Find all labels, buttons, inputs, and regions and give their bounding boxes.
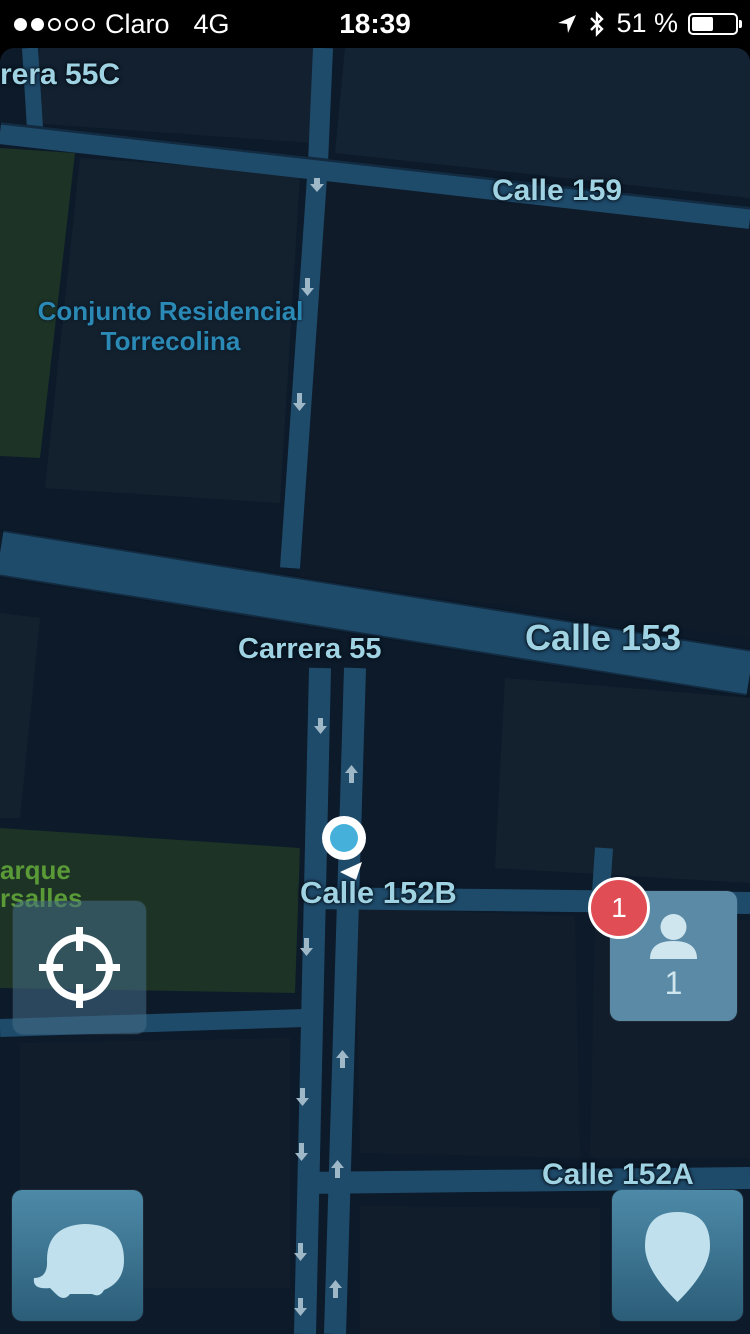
battery-fill	[692, 16, 714, 31]
place-label-line2: Torrecolina	[100, 326, 241, 356]
location-arrow-icon	[558, 14, 577, 33]
report-button[interactable]	[612, 1190, 743, 1321]
recenter-button[interactable]	[13, 901, 146, 1034]
place-label-conjunto: Conjunto Residencial Torrecolina	[18, 296, 323, 356]
street-label-carrera-55c: rera 55C	[0, 58, 121, 91]
street-label-calle-159: Calle 159	[492, 174, 623, 207]
status-bar-right: 51 %	[556, 8, 742, 39]
menu-button[interactable]	[12, 1190, 143, 1321]
map-pin-icon	[645, 1212, 710, 1302]
battery-icon	[688, 12, 742, 35]
map-view[interactable]: rera 55C Calle 159 Conjunto Residencial …	[0, 48, 750, 1334]
park-label-line1: arque	[0, 855, 71, 885]
battery-percentage: 51 %	[616, 8, 678, 38]
street-label-calle-152b: Calle 152B	[300, 875, 457, 910]
waze-icon	[33, 1224, 124, 1298]
current-location-marker	[322, 816, 366, 860]
nearby-users-count: 1	[664, 965, 683, 1001]
street-label-calle-153: Calle 153	[525, 617, 682, 658]
status-bar: Claro 4G 18:39 51 %	[0, 0, 750, 48]
bluetooth-icon	[590, 10, 605, 37]
street-label-carrera-55: Carrera 55	[238, 633, 382, 665]
notification-badge[interactable]: 1	[588, 877, 650, 939]
map-canvas	[0, 48, 750, 1334]
place-label-line1: Conjunto Residencial	[37, 296, 304, 326]
street-label-calle-152a: Calle 152A	[542, 1158, 694, 1191]
crosshair-icon	[39, 927, 120, 1008]
